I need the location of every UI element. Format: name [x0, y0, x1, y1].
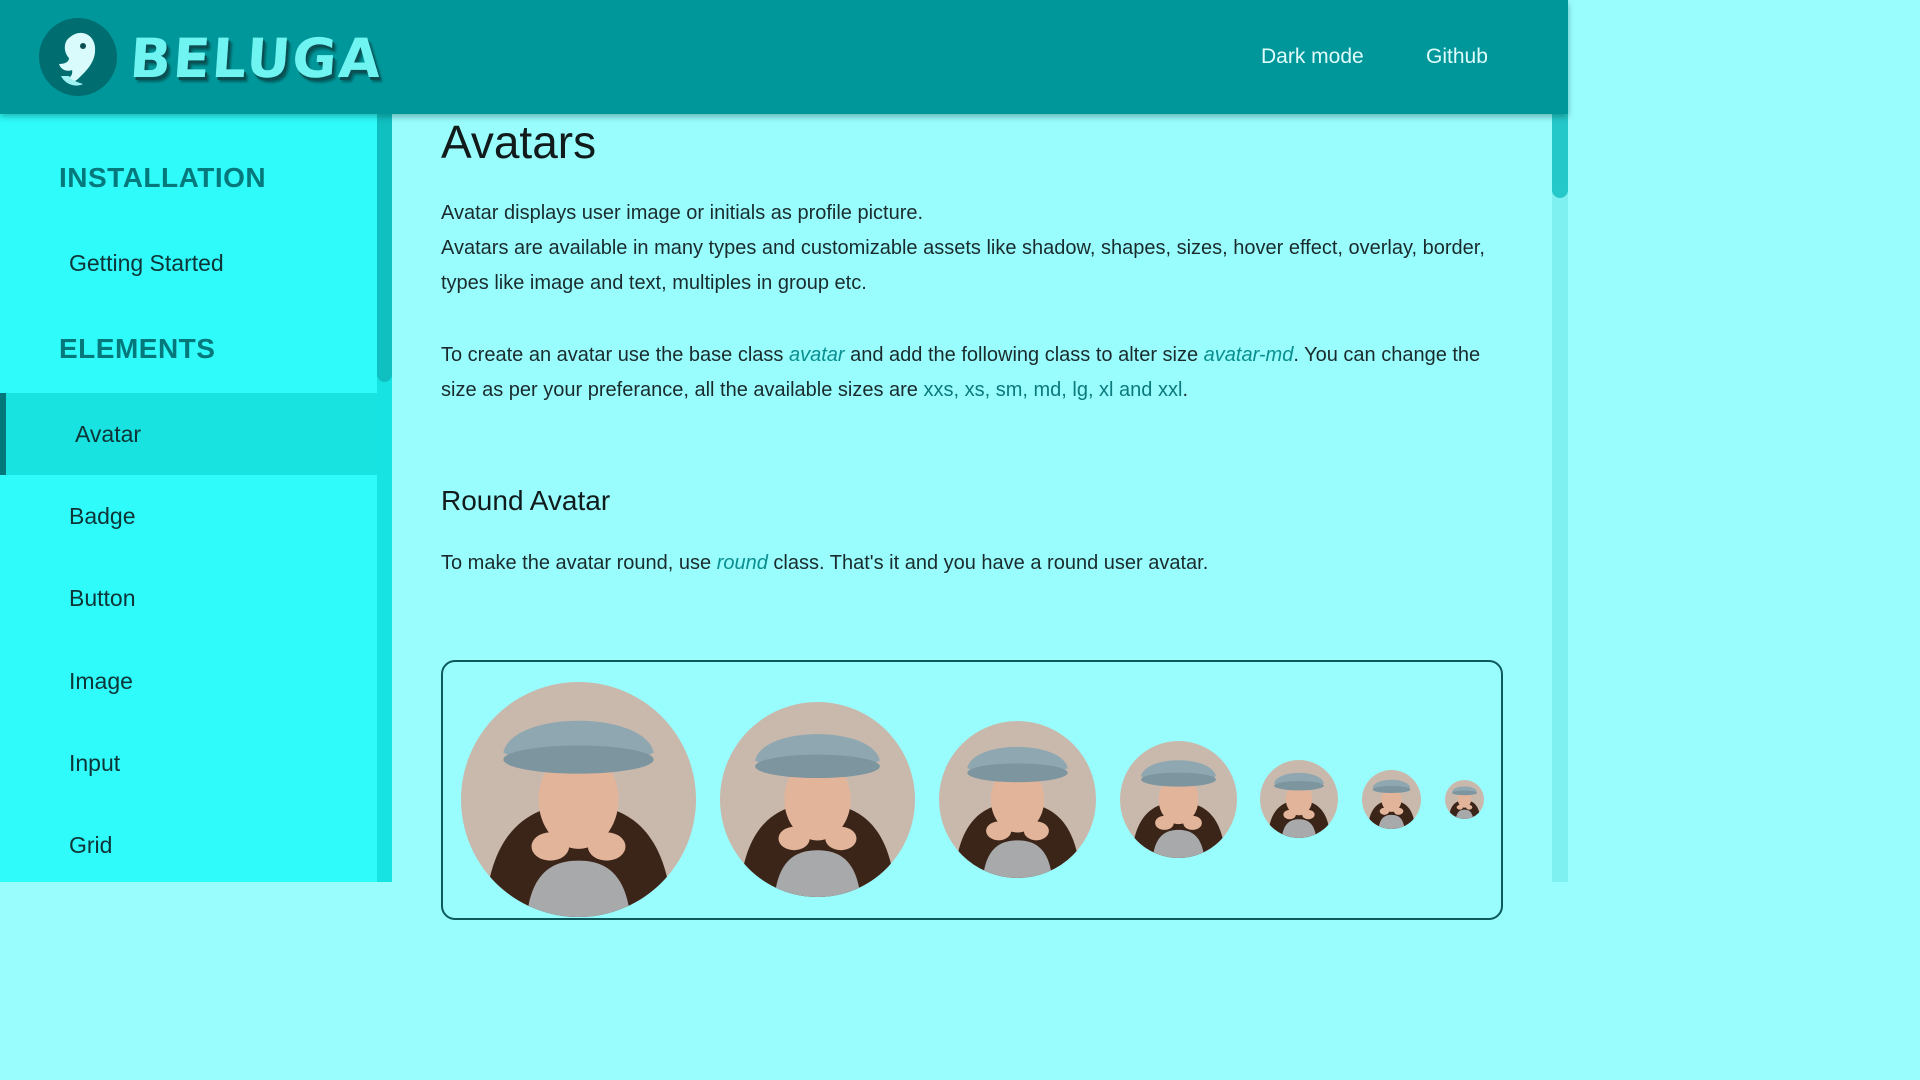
- page-scrollbar-track[interactable]: [1552, 114, 1568, 882]
- sidebar-item-label: Avatar: [75, 421, 142, 447]
- avatar-xl: [720, 702, 915, 897]
- avatar-xxs: [1445, 780, 1484, 819]
- sidebar: INSTALLATION Getting Started ELEMENTS Av…: [0, 114, 377, 882]
- code-avatar-class: avatar: [788, 344, 845, 366]
- user-photo-icon: [939, 721, 1096, 878]
- top-header: BELUGA Dark mode Github: [0, 0, 1568, 114]
- user-photo-icon: [1362, 770, 1421, 829]
- user-photo-icon: [1445, 780, 1484, 819]
- sidebar-section-elements: ELEMENTS: [59, 333, 216, 364]
- user-photo-icon: [720, 702, 915, 897]
- logo-wordmark[interactable]: BELUGA: [128, 24, 385, 94]
- sidebar-scrollbar-thumb[interactable]: [377, 114, 392, 382]
- round-text-1: To make the avatar round, use: [441, 552, 717, 574]
- sidebar-item-button[interactable]: Button: [0, 557, 377, 639]
- round-avatar-text: To make the avatar round, use round clas…: [441, 546, 1511, 581]
- sidebar-item-getting-started[interactable]: Getting Started: [0, 222, 377, 304]
- intro-text: Avatar displays user image or initials a…: [441, 196, 1511, 301]
- sidebar-item-image[interactable]: Image: [0, 640, 377, 722]
- code-avatar-md-class: avatar-md: [1203, 344, 1294, 366]
- user-photo-icon: [1260, 760, 1338, 838]
- page-scrollbar-thumb[interactable]: [1552, 114, 1568, 198]
- usage-text-2: and add the following class to alter siz…: [844, 344, 1204, 366]
- round-text-2: class. That's it and you have a round us…: [767, 552, 1209, 574]
- sidebar-section-installation: INSTALLATION: [59, 162, 267, 193]
- github-link[interactable]: Github: [1426, 44, 1488, 70]
- sidebar-item-label: Badge: [69, 503, 136, 529]
- sidebar-item-avatar[interactable]: Avatar: [0, 393, 377, 475]
- avatar-xs: [1362, 770, 1421, 829]
- available-sizes: xxs, xs, sm, md, lg, xl and xxl: [923, 379, 1183, 401]
- intro-line-1: Avatar displays user image or initials a…: [441, 202, 924, 224]
- intro-line-2: Avatars are available in many types and …: [441, 237, 1485, 294]
- dark-mode-link[interactable]: Dark mode: [1261, 44, 1364, 70]
- avatar-xxl: [461, 682, 696, 917]
- sidebar-item-label: Button: [69, 585, 136, 611]
- sidebar-item-badge[interactable]: Badge: [0, 475, 377, 557]
- usage-text-1: To create an avatar use the base class: [441, 344, 789, 366]
- sidebar-item-label: Getting Started: [69, 250, 224, 276]
- usage-text-4: .: [1182, 379, 1188, 401]
- avatar-sm: [1260, 760, 1338, 838]
- user-photo-icon: [1120, 741, 1237, 858]
- avatar-md: [1120, 741, 1237, 858]
- sidebar-item-label: Image: [69, 668, 133, 694]
- usage-text: To create an avatar use the base class a…: [441, 338, 1511, 408]
- user-photo-icon: [461, 682, 696, 917]
- round-avatar-heading: Round Avatar: [441, 485, 611, 516]
- page-title: Avatars: [441, 116, 597, 168]
- sidebar-item-label: Input: [69, 750, 121, 776]
- sidebar-item-input[interactable]: Input: [0, 722, 377, 804]
- code-round-class: round: [716, 552, 768, 574]
- sidebar-item-grid[interactable]: Grid: [0, 804, 377, 886]
- beluga-logo-icon[interactable]: [39, 18, 117, 96]
- avatar-lg: [939, 721, 1096, 878]
- sidebar-item-label: Grid: [69, 832, 113, 858]
